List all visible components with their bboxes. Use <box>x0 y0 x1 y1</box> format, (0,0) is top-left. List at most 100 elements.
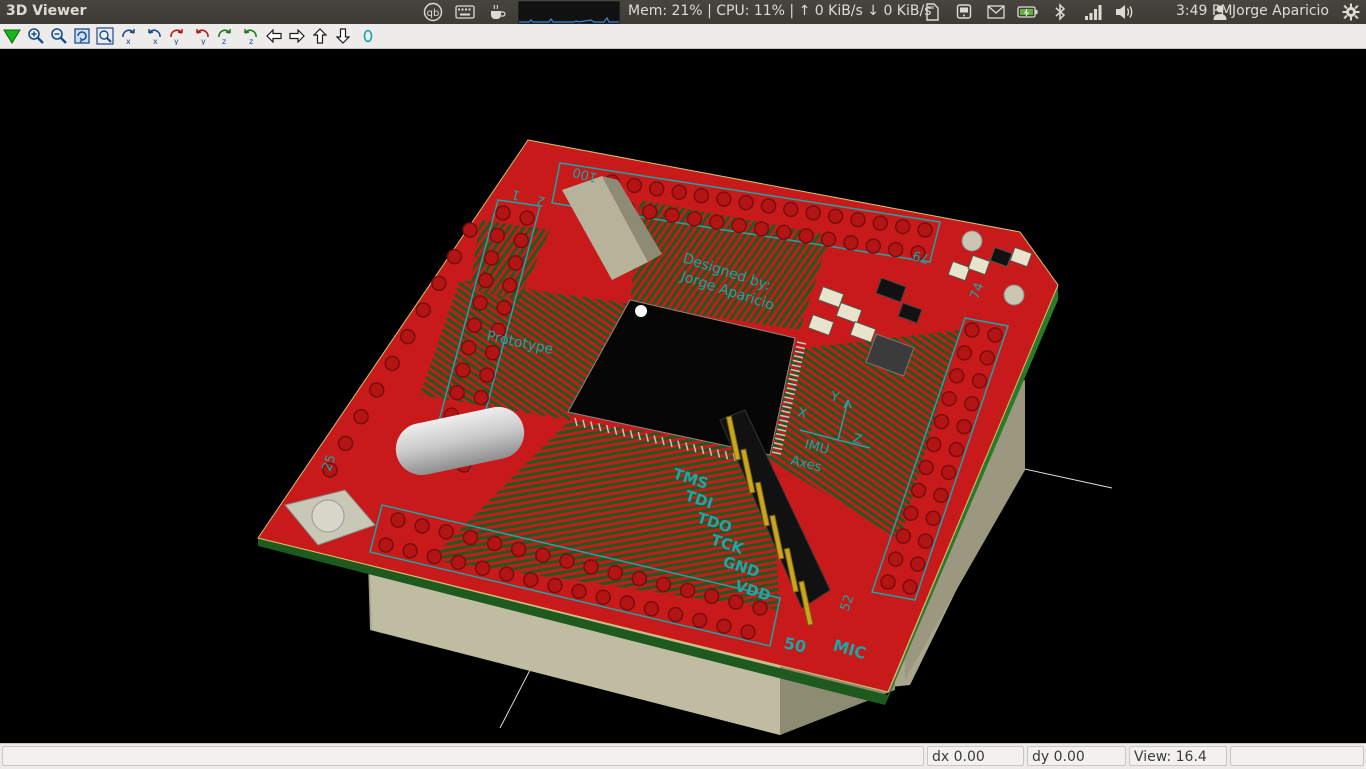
network-signal-icon[interactable] <box>1082 2 1104 22</box>
header-pad <box>728 594 744 610</box>
header-pad <box>496 300 512 316</box>
move-right-icon[interactable] <box>287 26 307 46</box>
header-pad <box>353 408 369 425</box>
reload-icon[interactable] <box>2 26 22 46</box>
header-pad <box>887 551 904 567</box>
header-pad <box>865 238 882 254</box>
move-up-icon[interactable] <box>310 26 330 46</box>
ortho-icon[interactable] <box>358 26 378 46</box>
header-pad <box>513 232 530 249</box>
header-pad <box>783 201 799 218</box>
header-pad <box>798 228 814 244</box>
header-pad <box>455 362 471 378</box>
header-pad <box>872 215 889 231</box>
status-extra <box>1230 746 1364 766</box>
header-pad <box>583 559 599 575</box>
header-pad <box>753 221 770 237</box>
rotate-z-cw-icon[interactable]: z <box>216 26 236 46</box>
header-pad <box>738 194 754 211</box>
header-pad <box>909 556 926 572</box>
header-pad <box>691 612 708 629</box>
drive-icon[interactable] <box>954 2 974 22</box>
header-pad <box>489 227 506 244</box>
header-pad <box>679 582 696 599</box>
header-pad <box>910 482 927 499</box>
header-pad <box>431 275 447 292</box>
svg-text:x: x <box>126 37 131 45</box>
header-pad <box>414 518 430 534</box>
rotate-x-cw-icon[interactable]: x <box>120 26 140 46</box>
move-down-icon[interactable] <box>333 26 353 46</box>
header-pad <box>648 181 665 197</box>
header-pad <box>827 208 844 225</box>
header-pad <box>415 302 432 318</box>
header-pad <box>337 435 354 452</box>
header-pad <box>479 367 495 383</box>
volume-icon[interactable] <box>1114 2 1136 22</box>
header-pad <box>641 204 658 220</box>
header-pad <box>619 595 636 611</box>
qb-icon[interactable]: qb <box>422 2 444 22</box>
cpu-graph[interactable] <box>518 1 620 24</box>
user-name[interactable]: Jorge Aparicio <box>1232 3 1329 19</box>
header-pad <box>507 255 524 271</box>
rotate-z-ccw-icon[interactable]: z <box>239 26 259 46</box>
zoom-in-icon[interactable] <box>26 26 46 46</box>
header-pad <box>631 570 648 587</box>
keyboard-icon[interactable] <box>454 2 476 22</box>
header-pad <box>760 198 777 214</box>
header-pad <box>902 579 918 595</box>
header-pad <box>535 547 551 563</box>
header-pad <box>917 533 934 549</box>
header-pad <box>368 382 385 398</box>
header-pad <box>483 250 500 266</box>
header-pad <box>484 344 501 361</box>
header-pad <box>390 512 406 528</box>
header-pad <box>438 523 455 540</box>
header-pad <box>486 535 503 552</box>
header-pad <box>926 436 942 453</box>
rotate-x-ccw-icon[interactable]: x <box>143 26 163 46</box>
header-pad <box>776 224 792 241</box>
header-pad <box>510 541 527 558</box>
header-pad <box>948 441 965 458</box>
header-pad <box>843 234 859 251</box>
header-pad <box>740 624 756 640</box>
header-pad <box>426 548 443 565</box>
header-pad <box>655 576 672 593</box>
header-pad <box>940 464 957 481</box>
header-pad <box>716 191 732 207</box>
zoom-out-icon[interactable] <box>49 26 69 46</box>
header-pad <box>474 560 491 576</box>
header-pad <box>703 588 720 605</box>
bluetooth-icon[interactable] <box>1050 2 1070 22</box>
header-pad <box>933 413 950 430</box>
redraw-icon[interactable] <box>72 26 92 46</box>
zoom-fit-icon[interactable] <box>95 26 115 46</box>
caffeine-icon[interactable] <box>486 2 508 22</box>
system-monitor-text[interactable]: Mem: 21% | CPU: 11% | ↑ 0 KiB/s ↓ 0 KiB/… <box>628 3 932 19</box>
header-pad <box>523 572 539 588</box>
3d-viewport[interactable]: Designed by: Jorge Aparicio Prototype IM… <box>0 49 1366 743</box>
header-pad <box>664 207 680 224</box>
battery-icon[interactable] <box>1017 2 1039 22</box>
mail-icon[interactable] <box>986 2 1006 22</box>
header-pad <box>979 350 996 366</box>
session-gear-icon[interactable] <box>1340 2 1362 22</box>
header-pad <box>519 210 535 226</box>
status-message <box>2 746 924 766</box>
header-pad <box>671 184 687 201</box>
move-left-icon[interactable] <box>264 26 284 46</box>
status-view: View: 16.4 <box>1129 746 1227 766</box>
header-pad <box>956 345 973 361</box>
sd-card-icon[interactable] <box>922 2 942 22</box>
rotate-y-ccw-icon[interactable]: y <box>191 26 211 46</box>
rotate-y-cw-icon[interactable]: y <box>168 26 188 46</box>
header-pad <box>466 317 483 334</box>
status-bar: dx 0.00 dy 0.00 View: 16.4 <box>0 743 1366 769</box>
header-pad <box>941 390 957 407</box>
header-pad <box>607 565 623 581</box>
status-dy: dy 0.00 <box>1027 746 1126 766</box>
user-icon[interactable] <box>1212 2 1228 22</box>
header-pad <box>643 601 660 617</box>
